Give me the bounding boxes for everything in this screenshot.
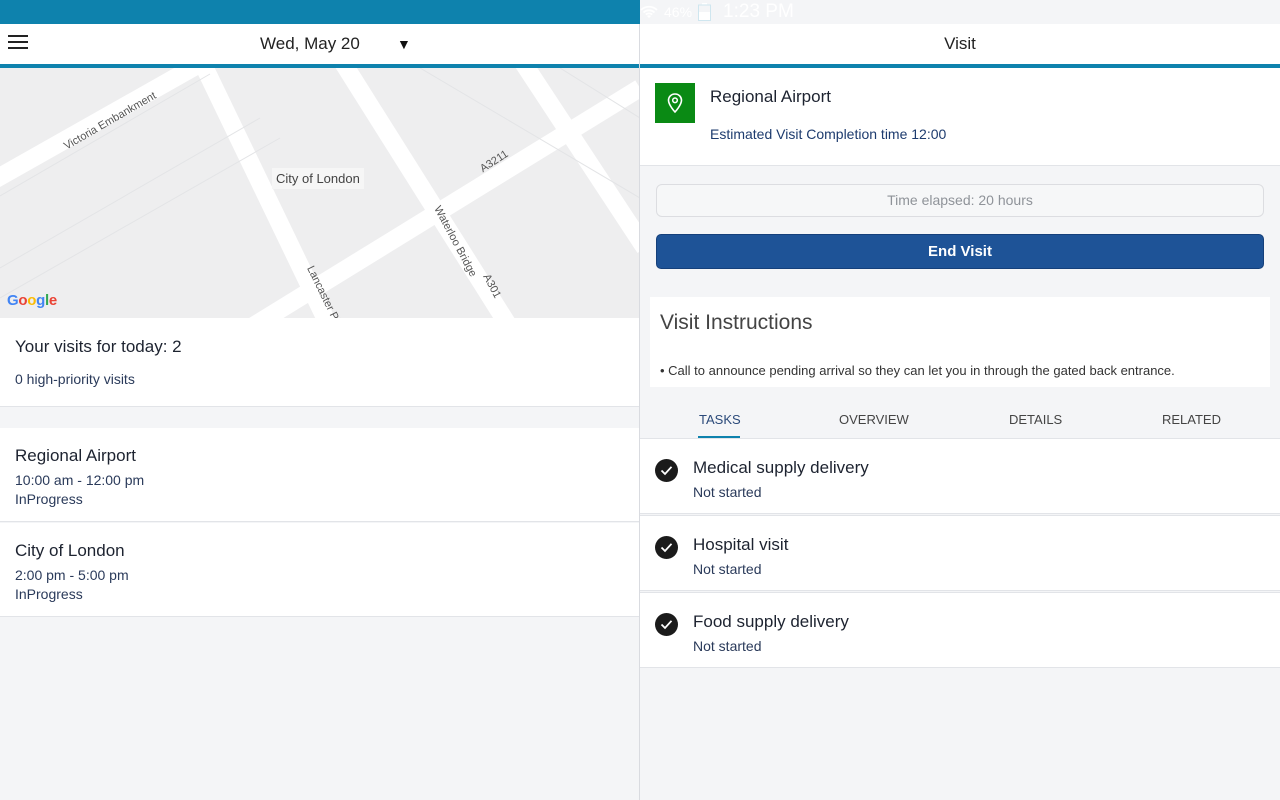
visit-time: 2:00 pm - 5:00 pm xyxy=(15,567,129,583)
task-status: Not started xyxy=(693,484,762,500)
map-view[interactable]: City of London Victoria Embankment A3211… xyxy=(0,68,639,318)
left-header: Wed, May 20 ▼ xyxy=(0,24,639,64)
task-item[interactable]: Food supply delivery Not started xyxy=(640,592,1280,668)
task-item[interactable]: Hospital visit Not started xyxy=(640,515,1280,591)
visits-summary: Your visits for today: 2 0 high-priority… xyxy=(0,318,639,407)
battery-percent: 46% xyxy=(664,4,693,20)
menu-icon[interactable] xyxy=(8,35,28,51)
google-logo: Google xyxy=(7,292,57,309)
battery-icon xyxy=(698,3,712,21)
detail-tabs: TASKS OVERVIEW DETAILS RELATED xyxy=(640,402,1280,438)
task-item[interactable]: Medical supply delivery Not started xyxy=(640,438,1280,514)
visit-card[interactable]: City of London 2:00 pm - 5:00 pm InProgr… xyxy=(0,523,639,617)
tab-overview[interactable]: OVERVIEW xyxy=(839,412,909,427)
visit-time: 10:00 am - 12:00 pm xyxy=(15,472,145,488)
end-visit-button[interactable]: End Visit xyxy=(656,234,1264,269)
task-status: Not started xyxy=(693,638,762,654)
estimated-completion: Estimated Visit Completion time 12:00 xyxy=(710,126,947,142)
tab-related[interactable]: RELATED xyxy=(1162,412,1221,427)
system-status-bar: 46% 1:23 PM xyxy=(0,0,1280,24)
location-pin-icon xyxy=(655,83,695,123)
tab-details[interactable]: DETAILS xyxy=(1009,412,1062,427)
wifi-icon xyxy=(640,4,658,20)
visits-count: Your visits for today: 2 xyxy=(15,337,182,356)
location-card: Regional Airport Estimated Visit Complet… xyxy=(640,68,1280,166)
date-title[interactable]: Wed, May 20 xyxy=(260,34,360,54)
check-circle-icon[interactable] xyxy=(655,536,678,559)
high-priority-count: 0 high-priority visits xyxy=(15,371,135,387)
time-elapsed-field: Time elapsed: 20 hours xyxy=(656,184,1264,217)
map-city-label: City of London xyxy=(272,168,364,189)
right-header: Visit xyxy=(640,24,1280,64)
visit-detail-pane: Visit Regional Airport Estimated Visit C… xyxy=(640,24,1280,800)
visit-status: InProgress xyxy=(15,491,83,507)
visit-status: InProgress xyxy=(15,586,83,602)
task-name: Food supply delivery xyxy=(693,612,849,631)
check-circle-icon[interactable] xyxy=(655,459,678,482)
visit-card[interactable]: Regional Airport 10:00 am - 12:00 pm InP… xyxy=(0,428,639,522)
instructions-text: • Call to announce pending arrival so th… xyxy=(660,363,1175,378)
status-clock: 1:23 PM xyxy=(723,1,794,22)
visit-instructions: Visit Instructions • Call to announce pe… xyxy=(650,297,1270,387)
task-status: Not started xyxy=(693,561,762,577)
visits-pane: Wed, May 20 ▼ City of London Victoria Em… xyxy=(0,24,639,800)
check-circle-icon[interactable] xyxy=(655,613,678,636)
tab-tasks[interactable]: TASKS xyxy=(699,412,741,427)
visit-name: Regional Airport xyxy=(15,446,136,465)
page-title: Visit xyxy=(944,34,976,53)
status-indicators: 46% 1:23 PM xyxy=(640,0,1280,24)
location-name: Regional Airport xyxy=(710,87,831,106)
task-name: Hospital visit xyxy=(693,535,789,554)
task-name: Medical supply delivery xyxy=(693,458,869,477)
instructions-title: Visit Instructions xyxy=(660,311,813,334)
visit-name: City of London xyxy=(15,541,125,560)
date-dropdown-icon[interactable]: ▼ xyxy=(397,36,411,52)
